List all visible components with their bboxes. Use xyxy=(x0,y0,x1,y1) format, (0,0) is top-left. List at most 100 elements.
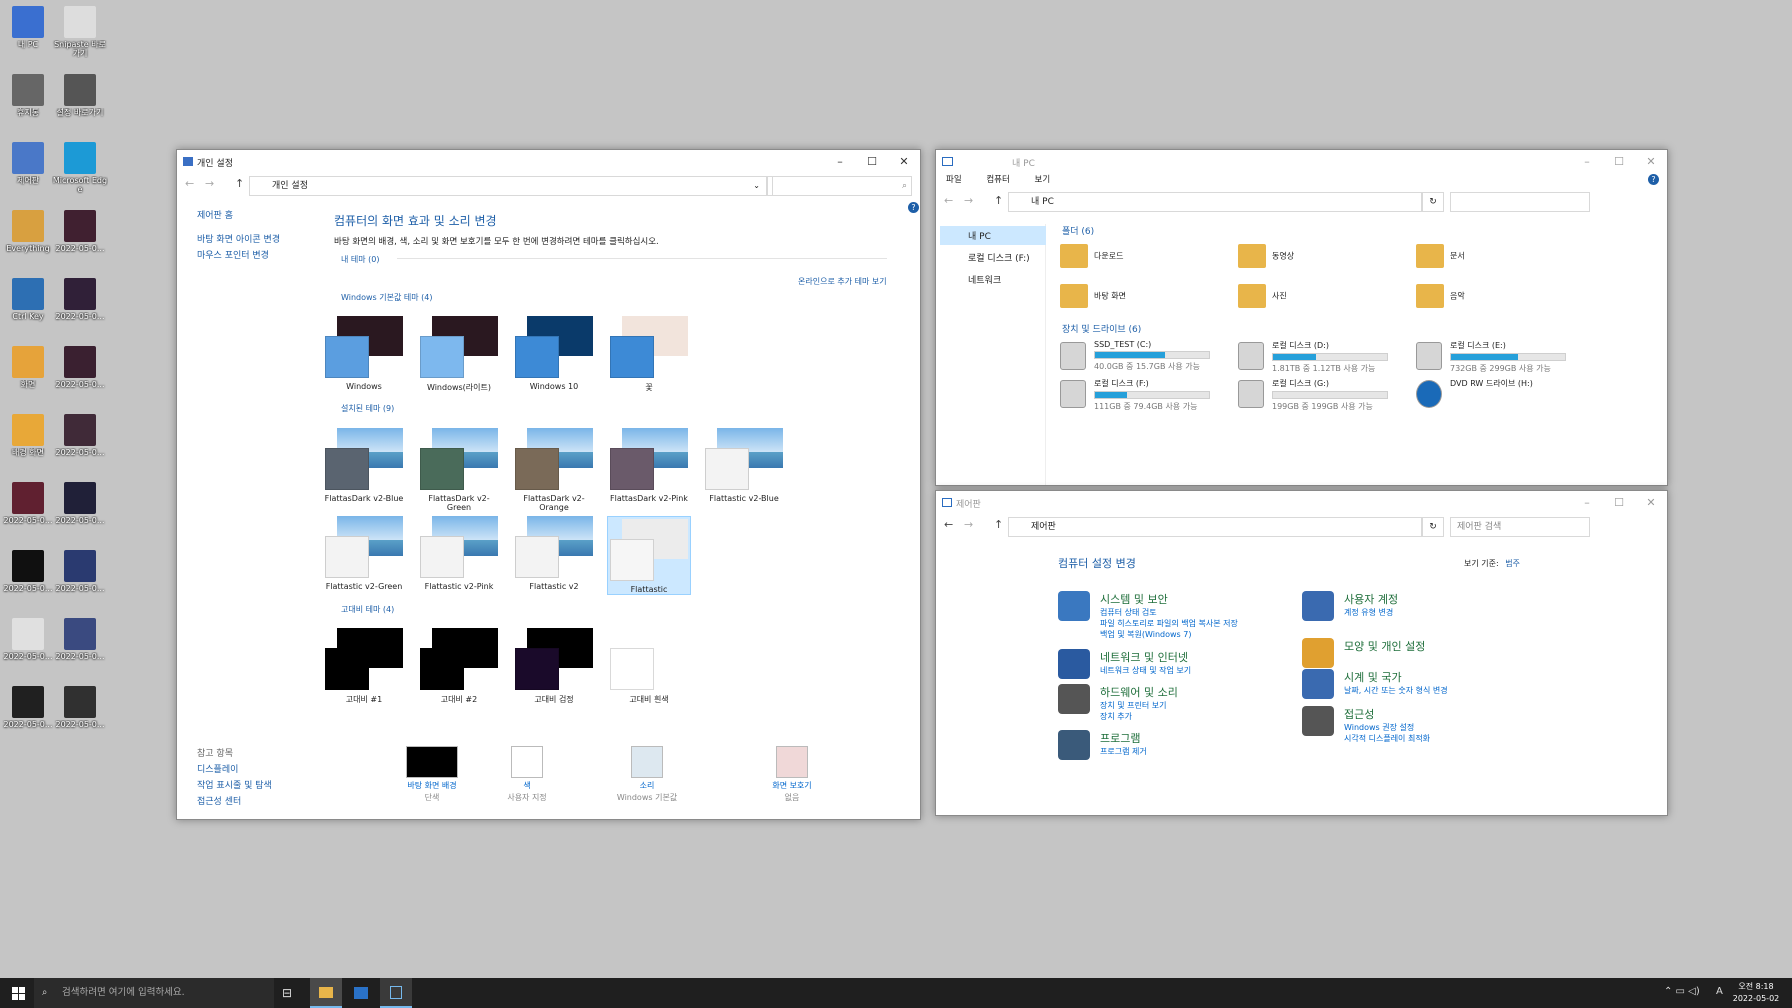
category-link[interactable]: 파일 히스토리로 파일의 백업 복사본 저장 xyxy=(1100,618,1238,629)
theme-item[interactable]: 고대비 #1 xyxy=(322,628,406,705)
title-bar[interactable]: 개인 설정 – ☐ ✕ xyxy=(177,150,920,174)
theme-item[interactable]: FlattasDark v2-Orange xyxy=(512,428,596,512)
start-button[interactable] xyxy=(12,987,25,1000)
see-also-display[interactable]: 디스플레이 xyxy=(197,762,272,778)
desktop-icon[interactable]: Snipaste 바로가기 xyxy=(52,6,108,58)
address-bar[interactable]: 제어판 xyxy=(1008,517,1422,537)
theme-item[interactable]: Flattastic v2 xyxy=(512,516,596,591)
folder-item[interactable]: 문서 xyxy=(1416,244,1556,268)
theme-item[interactable]: FlattasDark v2-Pink xyxy=(607,428,691,503)
desktop-icon[interactable]: 2022-05-0... xyxy=(52,482,108,534)
theme-item[interactable]: Flattastic xyxy=(607,516,691,595)
taskbar-explorer-button[interactable] xyxy=(310,978,342,1008)
nav-item-local-disk-f[interactable]: 로컬 디스크 (F:) xyxy=(936,245,1045,264)
theme-item[interactable]: 꽃 xyxy=(607,316,691,393)
desktop-icon[interactable]: 설정 바로가기 xyxy=(52,74,108,126)
category-item[interactable]: 사용자 계정 계정 유형 변경 xyxy=(1302,591,1398,621)
folder-item[interactable]: 다운로드 xyxy=(1060,244,1200,268)
default-themes-header[interactable]: Windows 기본값 테마 (4) xyxy=(341,292,432,303)
desktop-icon[interactable]: 2022-05-0... xyxy=(0,618,56,670)
drive-item[interactable]: 로컬 디스크 (F:) 111GB 중 79.4GB 사용 가능 xyxy=(1060,378,1210,412)
category-title[interactable]: 접근성 xyxy=(1344,706,1430,722)
category-link[interactable]: 컴퓨터 상태 검토 xyxy=(1100,607,1238,618)
desktop-icon[interactable]: 배경 화면 xyxy=(0,414,56,466)
category-item[interactable]: 접근성 Windows 권장 설정 시각적 디스플레이 최적화 xyxy=(1302,706,1430,744)
desktop-icon[interactable]: Everything xyxy=(0,210,56,262)
theme-item[interactable]: Windows(라이트) xyxy=(417,316,501,393)
drive-item[interactable]: SSD_TEST (C:) 40.0GB 중 15.7GB 사용 가능 xyxy=(1060,340,1210,372)
up-icon[interactable]: ↑ xyxy=(235,177,244,190)
view-by-select[interactable]: 범주 xyxy=(1505,559,1520,568)
drive-item[interactable]: DVD RW 드라이브 (H:) xyxy=(1416,378,1566,408)
folder-item[interactable]: 음악 xyxy=(1416,284,1556,308)
address-bar[interactable]: 내 PC xyxy=(1008,192,1422,212)
refresh-button[interactable]: ↻ xyxy=(1422,517,1444,537)
close-button[interactable]: ✕ xyxy=(1635,150,1667,174)
theme-item[interactable]: Flattastic v2-Blue xyxy=(702,428,786,503)
title-bar[interactable]: 제어판 – ☐ ✕ xyxy=(936,491,1667,515)
category-item[interactable]: 시스템 및 보안 컴퓨터 상태 검토 파일 히스토리로 파일의 백업 복사본 저장 백… xyxy=(1058,591,1238,640)
desktop-icon[interactable]: Microsoft Edge xyxy=(52,142,108,194)
desktop-icon[interactable]: 2022-05-0... xyxy=(52,550,108,602)
hc-themes-header[interactable]: 고대비 테마 (4) xyxy=(341,604,394,615)
taskbar-control-panel-button[interactable] xyxy=(380,978,412,1008)
folder-item[interactable]: 바탕 화면 xyxy=(1060,284,1200,308)
category-link[interactable]: Windows 권장 설정 xyxy=(1344,722,1430,733)
search-input[interactable] xyxy=(1450,192,1590,212)
folder-item[interactable]: 사진 xyxy=(1238,284,1378,308)
category-title[interactable]: 시스템 및 보안 xyxy=(1100,591,1238,607)
category-link[interactable]: 날짜, 시간 또는 숫자 형식 변경 xyxy=(1344,685,1448,696)
theme-item[interactable]: Flattastic v2-Pink xyxy=(417,516,501,591)
close-button[interactable]: ✕ xyxy=(1635,491,1667,515)
desktop-icon[interactable]: 2022-05-0... xyxy=(0,482,56,534)
category-title[interactable]: 사용자 계정 xyxy=(1344,591,1398,607)
category-item[interactable]: 시계 및 국가 날짜, 시간 또는 숫자 형식 변경 xyxy=(1302,669,1448,699)
search-input[interactable]: 제어판 검색 xyxy=(1450,517,1590,537)
category-title[interactable]: 프로그램 xyxy=(1100,730,1147,746)
desktop-icon[interactable]: 2022-05-0... xyxy=(52,278,108,330)
category-link[interactable]: 시각적 디스플레이 최적화 xyxy=(1344,733,1430,744)
tray-icons[interactable]: ⌃ ▭ ◁) xyxy=(1664,986,1700,997)
minimize-button[interactable]: – xyxy=(824,150,856,174)
help-icon[interactable]: ? xyxy=(908,202,919,213)
maximize-button[interactable]: ☐ xyxy=(1603,150,1635,174)
clock[interactable]: 오전 8:18 2022-05-02 xyxy=(1730,981,1782,1005)
category-item[interactable]: 하드웨어 및 소리 장치 및 프린터 보기 장치 추가 xyxy=(1058,684,1178,722)
category-item[interactable]: 네트워크 및 인터넷 네트워크 상태 및 작업 보기 xyxy=(1058,649,1191,679)
refresh-button[interactable]: ↻ xyxy=(1422,192,1444,212)
desktop-icon[interactable]: 2022-05-0... xyxy=(52,414,108,466)
input-language[interactable]: A xyxy=(1716,986,1723,997)
installed-themes-header[interactable]: 설치된 테마 (9) xyxy=(341,403,394,414)
category-title[interactable]: 모양 및 개인 설정 xyxy=(1344,638,1425,654)
desktop-icon[interactable]: 내 PC xyxy=(0,6,56,58)
forward-icon[interactable]: → xyxy=(964,194,973,207)
maximize-button[interactable]: ☐ xyxy=(1603,491,1635,515)
desktop-icon[interactable]: 2022-05-0... xyxy=(52,686,108,738)
folder-item[interactable]: 동영상 xyxy=(1238,244,1378,268)
nav-item-this-pc[interactable]: 내 PC xyxy=(940,226,1046,245)
online-themes-link[interactable]: 온라인으로 추가 테마 보기 xyxy=(798,276,887,287)
menu-view[interactable]: 보기 xyxy=(1035,175,1051,185)
up-icon[interactable]: ↑ xyxy=(994,518,1003,531)
theme-item[interactable]: FlattasDark v2-Green xyxy=(417,428,501,512)
category-item[interactable]: 프로그램 프로그램 제거 xyxy=(1058,730,1147,760)
theme-item[interactable]: Windows xyxy=(322,316,406,391)
address-bar[interactable]: 개인 설정 ⌄ xyxy=(249,176,767,196)
back-icon[interactable]: ← xyxy=(944,518,953,531)
drive-item[interactable]: 로컬 디스크 (D:) 1.81TB 중 1.12TB 사용 가능 xyxy=(1238,340,1388,374)
category-title[interactable]: 네트워크 및 인터넷 xyxy=(1100,649,1191,665)
desktop-icon[interactable]: 2022-05-0... xyxy=(0,550,56,602)
category-link[interactable]: 백업 및 복원(Windows 7) xyxy=(1100,629,1238,640)
theme-item[interactable]: 고대비 검정 xyxy=(512,628,596,705)
category-link[interactable]: 계정 유형 변경 xyxy=(1344,607,1398,618)
forward-icon[interactable]: → xyxy=(964,518,973,531)
personalize-item[interactable]: 색 사용자 지정 xyxy=(482,746,572,804)
drive-item[interactable]: 로컬 디스크 (G:) 199GB 중 199GB 사용 가능 xyxy=(1238,378,1388,412)
theme-item[interactable]: 고대비 #2 xyxy=(417,628,501,705)
desktop-icon[interactable]: Ctrl Key xyxy=(0,278,56,330)
sidebar-home-link[interactable]: 제어판 홈 xyxy=(197,208,307,224)
my-themes-header[interactable]: 내 테마 (0) xyxy=(341,254,380,265)
sidebar-link-mouse-pointer[interactable]: 마우스 포인터 변경 xyxy=(197,248,307,264)
desktop-icon[interactable]: 2022-05-0... xyxy=(52,210,108,262)
category-title[interactable]: 시계 및 국가 xyxy=(1344,669,1448,685)
